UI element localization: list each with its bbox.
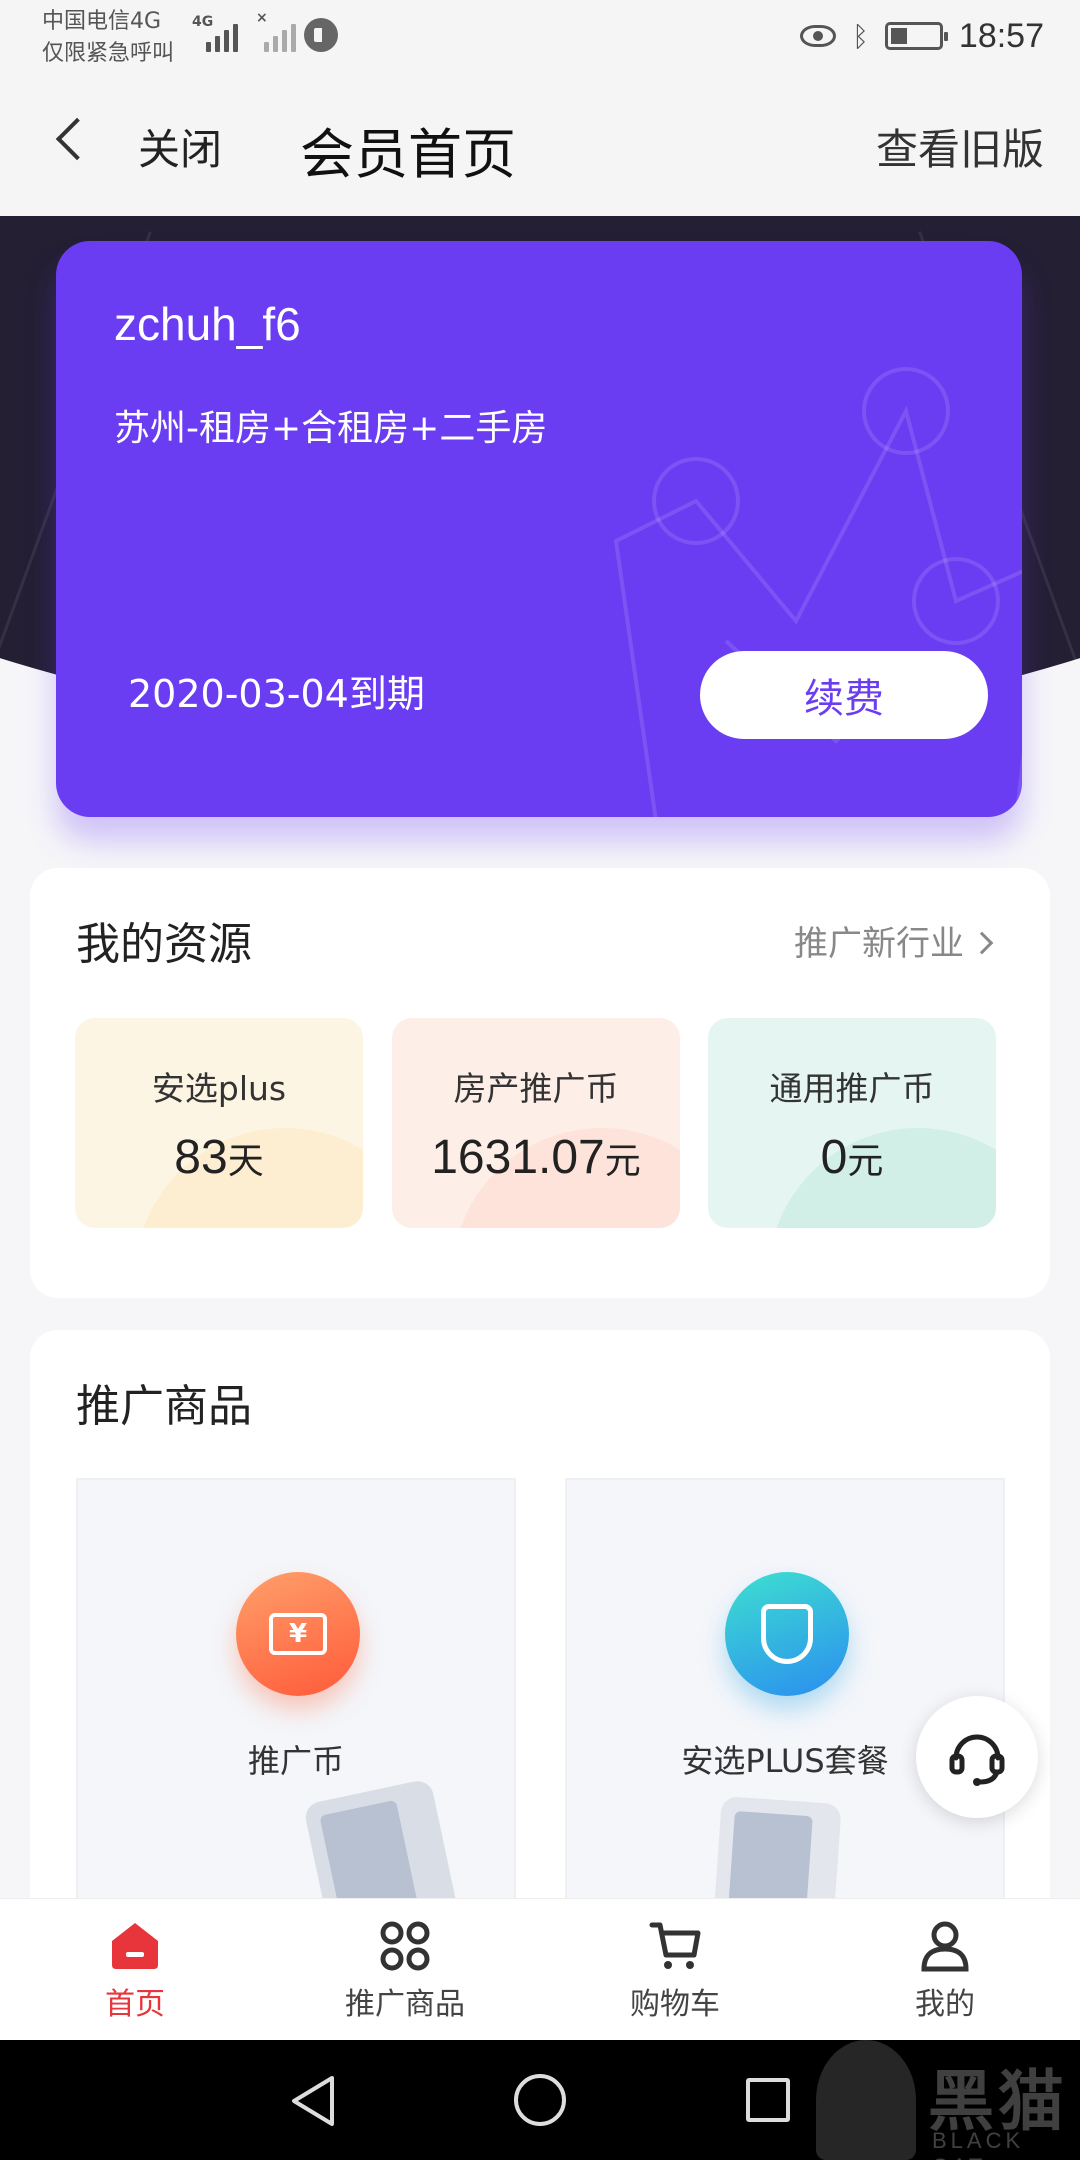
section-title: 我的资源: [76, 919, 252, 970]
product-tile-coins[interactable]: ¥ 推广币: [76, 1478, 516, 1938]
signal-strength-icon: 4G: [192, 14, 244, 52]
user-icon: [921, 1921, 969, 1972]
customer-service-button[interactable]: [916, 1696, 1038, 1818]
membership-card: zchuh_f6 苏州-租房+合租房+二手房 2020-03-04到期 续费: [56, 241, 1022, 817]
link-label: 推广新行业: [794, 924, 964, 964]
no-service-mark: ×: [256, 10, 268, 26]
resource-value: 1631.07元: [431, 1131, 641, 1184]
carrier-name: 中国电信4G: [42, 9, 162, 34]
resource-label: 房产推广币: [453, 1069, 619, 1108]
tab-label: 购物车: [630, 1987, 720, 2022]
bluetooth-icon: ᛒ: [852, 19, 869, 53]
eye-comfort-icon: [800, 25, 837, 47]
tab-mine[interactable]: 我的: [810, 1899, 1080, 2041]
expire-date: 2020-03-04到期: [128, 672, 425, 716]
chevron-right-icon: [970, 931, 994, 955]
section-title: 推广商品: [76, 1381, 252, 1432]
tab-home[interactable]: 首页: [0, 1899, 270, 2041]
status-bar: 中国电信4G 仅限紧急呼叫 4G × ᛒ 18:57: [0, 0, 1080, 76]
cart-icon: [649, 1922, 701, 1969]
tab-label: 推广商品: [345, 1987, 465, 2022]
member-username: zchuh_f6: [114, 298, 301, 350]
product-label: 推广币: [247, 1742, 344, 1780]
bottom-tab-bar: 首页 推广商品 购物车 我的: [0, 1898, 1080, 2040]
promotion-products-section: 推广商品 ¥ 推广币 安选PLUS套餐: [30, 1330, 1050, 1938]
resource-tile-anxuan-plus[interactable]: 安选plus 83天: [75, 1018, 363, 1228]
back-arrow-icon[interactable]: [55, 117, 99, 161]
battery-icon: [884, 22, 948, 50]
renew-button[interactable]: 续费: [700, 651, 988, 739]
member-package: 苏州-租房+合租房+二手房: [114, 408, 548, 449]
resource-value: 83天: [174, 1131, 264, 1184]
tab-label: 我的: [915, 1987, 975, 2022]
headset-icon: [949, 1734, 1005, 1786]
grid-icon: [380, 1921, 430, 1971]
shield-icon: [725, 1572, 849, 1696]
home-icon: [112, 1923, 158, 1969]
yuan-ticket-icon: ¥: [236, 1572, 360, 1696]
page-title: 会员首页: [300, 123, 516, 186]
crown-watermark-icon: [613, 367, 1022, 817]
black-cat-watermark: 黑猫 BLACK CAT: [816, 2040, 1080, 2160]
tab-label: 首页: [105, 1987, 165, 2022]
cat-logo-icon: [816, 2040, 916, 2160]
second-signal-icon: ×: [256, 10, 296, 52]
resource-label: 安选plus: [151, 1069, 287, 1108]
nav-home-icon[interactable]: [514, 2074, 566, 2126]
clock: 18:57: [958, 16, 1044, 55]
volume-icon: [304, 18, 338, 52]
watermark-subtext: BLACK CAT: [932, 2128, 1025, 2160]
tab-promotion-products[interactable]: 推广商品: [270, 1899, 540, 2041]
network-type-label: 4G: [192, 14, 214, 30]
resource-tile-general-coins[interactable]: 通用推广币 0元: [708, 1018, 996, 1228]
view-old-version-link[interactable]: 查看旧版: [876, 116, 1044, 177]
close-button[interactable]: 关闭: [138, 116, 222, 177]
promote-new-industry-link[interactable]: 推广新行业: [794, 916, 994, 965]
emergency-only-label: 仅限紧急呼叫: [42, 41, 175, 66]
app-header: 关闭 会员首页 查看旧版: [0, 76, 1080, 216]
nav-back-icon[interactable]: [288, 2074, 338, 2128]
resource-value: 0元: [820, 1131, 884, 1184]
my-resources-section: 我的资源 推广新行业 安选plus 83天 房产推广币 1631.07元 通用推…: [30, 868, 1050, 1298]
resource-label: 通用推广币: [769, 1069, 935, 1108]
nav-recents-icon[interactable]: [746, 2078, 790, 2122]
tab-cart[interactable]: 购物车: [540, 1899, 810, 2041]
resource-tile-property-coins[interactable]: 房产推广币 1631.07元: [392, 1018, 680, 1228]
carrier-info: 中国电信4G 仅限紧急呼叫: [42, 6, 174, 70]
